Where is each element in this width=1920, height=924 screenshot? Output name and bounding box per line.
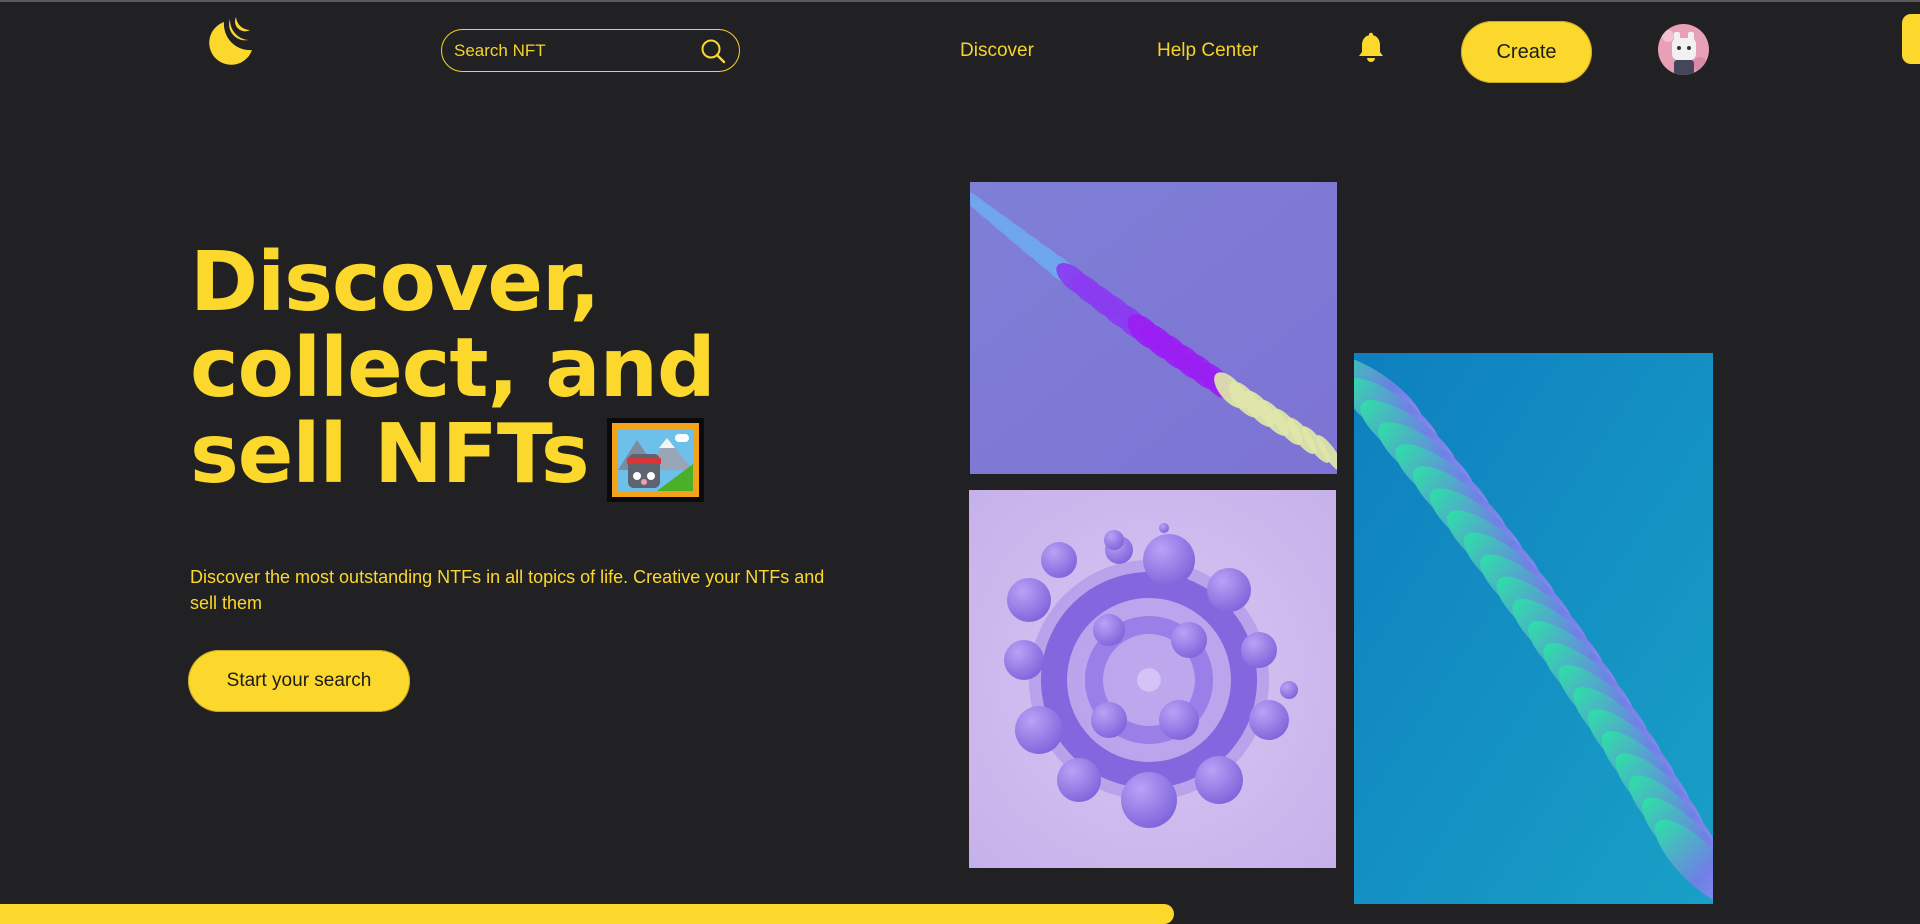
search-input[interactable] xyxy=(454,40,699,61)
framed-picture-emoji-icon xyxy=(606,417,704,502)
avatar[interactable] xyxy=(1658,24,1709,75)
hero-title-line-3: sell NFTs xyxy=(190,407,590,502)
hero-title-line-1: Discover, xyxy=(190,235,601,330)
lavender-swirl-artwork[interactable] xyxy=(969,490,1336,868)
hero-title-line-2: collect, and xyxy=(190,321,716,416)
hero-title: Discover, collect, and sell NFTs xyxy=(190,235,716,502)
bell-icon[interactable] xyxy=(1356,32,1386,64)
hero-description: Discover the most outstanding NTFs in al… xyxy=(190,567,825,613)
nav-discover-link[interactable]: Discover xyxy=(960,40,1034,62)
start-search-button[interactable]: Start your search xyxy=(188,650,410,712)
search-box xyxy=(441,29,740,72)
create-button[interactable]: Create xyxy=(1461,21,1592,83)
vertical-scrollbar-thumb[interactable] xyxy=(1902,14,1920,64)
teal-wave-artwork[interactable] xyxy=(1354,353,1713,904)
purple-ribbon-artwork[interactable] xyxy=(970,182,1337,474)
nav-help-center-link[interactable]: Help Center xyxy=(1157,40,1258,62)
page: Discover Help Center Create Discover, co… xyxy=(0,0,1920,924)
horizontal-scrollbar-thumb[interactable] xyxy=(0,904,1174,924)
search-icon[interactable] xyxy=(699,37,727,65)
hero-title-line-3-wrap: sell NFTs xyxy=(190,412,715,502)
crescent-moon-logo-icon[interactable] xyxy=(198,16,254,68)
